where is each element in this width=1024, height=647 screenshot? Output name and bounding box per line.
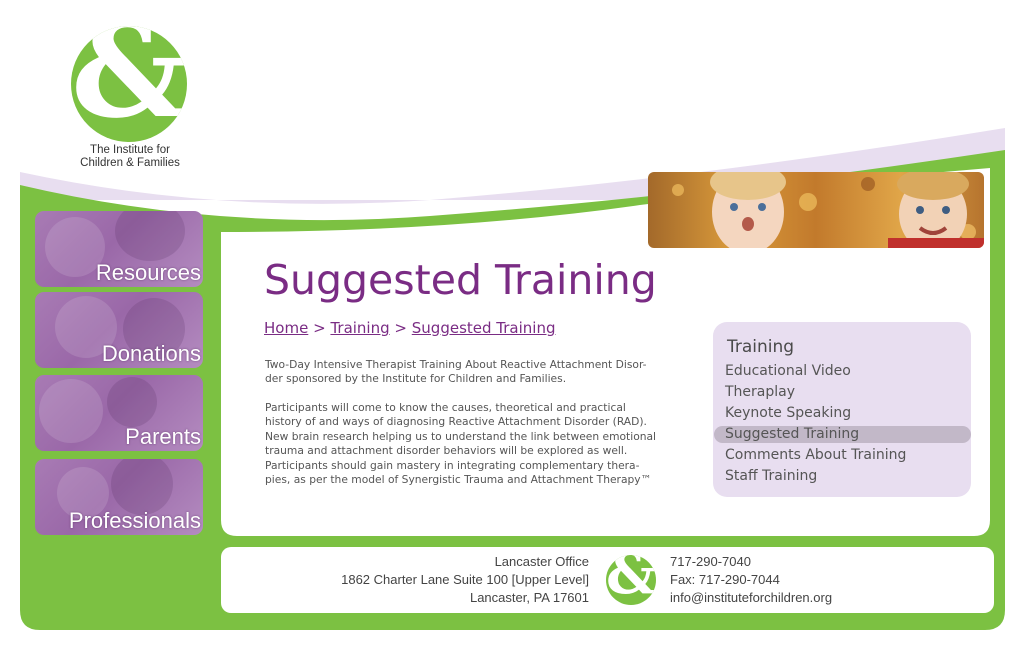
footer-contact: 717-290-7040 Fax: 717-290-7044 info@inst…	[670, 553, 832, 607]
nav-professionals[interactable]: Professionals	[35, 459, 203, 535]
children-photo	[648, 172, 984, 248]
fax-number: Fax: 717-290-7044	[670, 572, 780, 587]
text-line: pies, as per the model of Synergistic Tr…	[265, 473, 652, 487]
nav-parents[interactable]: Parents	[35, 375, 203, 451]
description-paragraph: Participants will come to know the cause…	[265, 401, 705, 487]
adult-photo	[115, 211, 185, 261]
breadcrumb-current-link[interactable]: Suggested Training	[412, 319, 556, 337]
footer-ampersand: &	[606, 555, 656, 605]
email-link[interactable]: info@instituteforchildren.org	[670, 589, 832, 607]
footer-address: Lancaster Office 1862 Charter Lane Suite…	[341, 553, 589, 607]
logo-text: The Institute for Children & Families	[52, 144, 208, 170]
breadcrumb: Home > Training > Suggested Training	[264, 319, 555, 337]
submenu-item-comments-about-training[interactable]: Comments About Training	[725, 447, 906, 463]
logo-line-2: Children & Families	[80, 157, 180, 169]
nav-label: Donations	[101, 341, 201, 366]
submenu-item-educational-video[interactable]: Educational Video	[725, 363, 851, 379]
city-state-zip: Lancaster, PA 17601	[469, 590, 589, 605]
text-line: history of and ways of diagnosing Reacti…	[265, 415, 647, 429]
logo-icon[interactable]: &	[71, 26, 187, 142]
breadcrumb-home-link[interactable]: Home	[264, 319, 308, 337]
text-line: Participants should gain mastery in inte…	[265, 458, 640, 472]
text-line: Two-Day Intensive Therapist Training Abo…	[265, 358, 647, 371]
adult-photo	[111, 459, 173, 515]
text-line: der sponsored by the Institute for Child…	[265, 372, 567, 386]
logo-line-1: The Institute for	[90, 144, 170, 156]
breadcrumb-separator: >	[394, 319, 407, 337]
footer-logo-icon: &	[606, 555, 656, 605]
nav-label: Resources	[95, 260, 201, 285]
nav-resources[interactable]: Resources	[35, 211, 203, 287]
child-photo	[107, 377, 157, 427]
submenu-heading: Training	[727, 337, 795, 357]
page-title: Suggested Training	[264, 256, 657, 304]
nav-donations[interactable]: Donations	[35, 292, 203, 368]
submenu-item-staff-training[interactable]: Staff Training	[725, 468, 817, 484]
street-address: 1862 Charter Lane Suite 100 [Upper Level…	[341, 572, 589, 587]
submenu-item-theraplay[interactable]: Theraplay	[725, 384, 795, 400]
breadcrumb-training-link[interactable]: Training	[330, 319, 389, 337]
breadcrumb-separator: >	[313, 319, 326, 337]
submenu-item-keynote-speaking[interactable]: Keynote Speaking	[725, 405, 851, 421]
text-line: trauma and attachment disorder behaviors…	[265, 444, 628, 458]
nav-label: Parents	[125, 424, 201, 449]
office-name: Lancaster Office	[494, 554, 589, 569]
nav-label: Professionals	[68, 508, 201, 533]
text-line: New brain research helping us to underst…	[265, 429, 657, 443]
text-line: Participants will come to know the cause…	[265, 401, 626, 414]
phone-number: 717-290-7040	[670, 554, 751, 569]
logo-ampersand: &	[71, 26, 187, 142]
intro-paragraph: Two-Day Intensive Therapist Training Abo…	[265, 358, 705, 387]
submenu-item-suggested-training[interactable]: Suggested Training	[725, 426, 859, 442]
parent-photo	[39, 379, 103, 443]
